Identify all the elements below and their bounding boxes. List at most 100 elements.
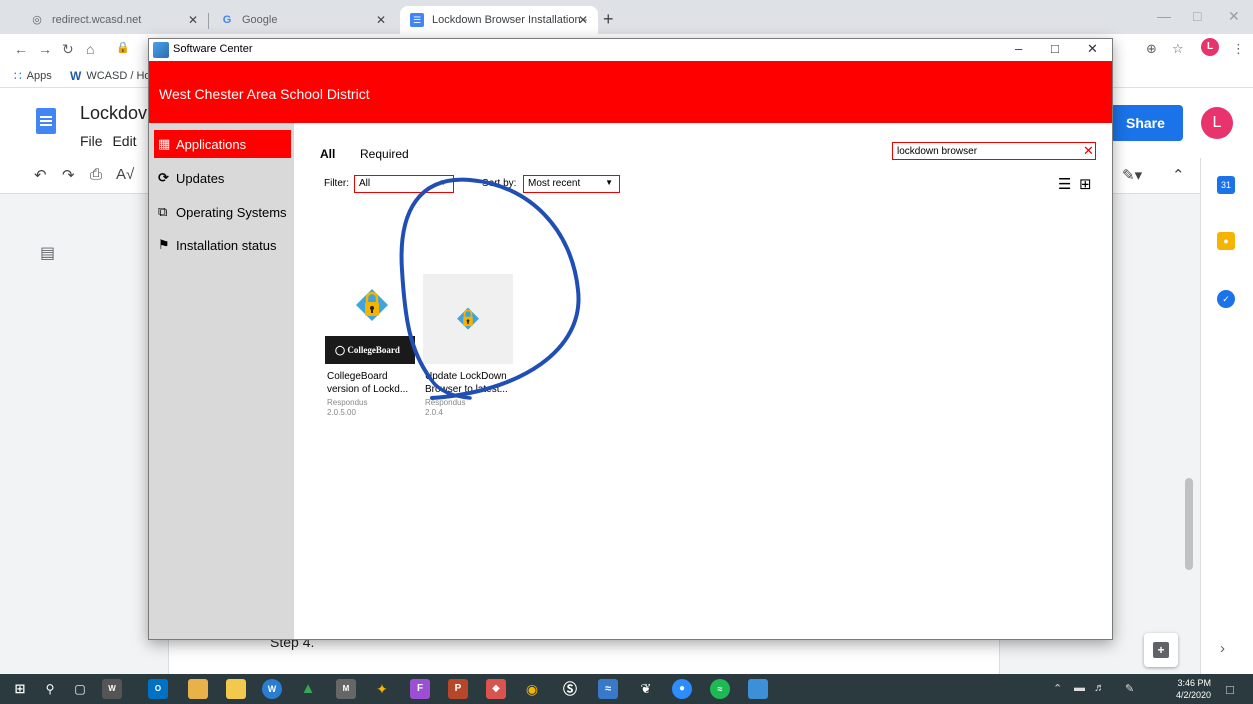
sort-select[interactable]: Most recent ▼ <box>523 175 620 193</box>
account-avatar[interactable]: L <box>1201 107 1233 139</box>
sc-sidebar: ▦ Applications ⟳ Updates ⧉ Operating Sys… <box>149 123 294 639</box>
app-card-update-lockdown[interactable]: Update LockDown Browser to latest... Res… <box>423 274 513 434</box>
window-titlebar[interactable]: Software Center – □ ✕ <box>149 39 1112 61</box>
lock-icon[interactable]: 🔒 <box>116 41 130 54</box>
browser-tab-strip: ◎ redirect.wcasd.net ✕ G Google ✕ ☰ Lock… <box>0 0 1253 34</box>
tab-required[interactable]: Required <box>360 147 409 161</box>
tile-view-icon[interactable]: ⊞ <box>1079 175 1092 193</box>
reload-icon[interactable]: ↻ <box>62 41 74 58</box>
tray-chevron-icon[interactable]: ⌃ <box>1053 682 1062 695</box>
sort-value: Most recent <box>528 178 581 189</box>
tab-label: Google <box>242 14 278 26</box>
windows-start-icon[interactable]: ⊞ <box>10 679 30 699</box>
zoom-icon[interactable]: ● <box>672 679 692 699</box>
app-thumbnail: ◯ CollegeBoard <box>325 274 415 364</box>
nav-installation-status[interactable]: ⚑ Installation status <box>154 231 291 259</box>
profile-avatar[interactable]: L <box>1201 38 1219 56</box>
nav-updates[interactable]: ⟳ Updates <box>154 164 291 192</box>
volume-icon[interactable]: ♬ <box>1094 682 1105 694</box>
new-tab-icon[interactable]: + <box>603 9 614 30</box>
search-input[interactable]: lockdown browser <box>892 142 1096 160</box>
filter-select[interactable]: All ▼ <box>354 175 454 193</box>
list-view-icon[interactable]: ☰ <box>1058 175 1071 193</box>
redo-icon[interactable]: ↷ <box>62 166 75 184</box>
bookmark-apps[interactable]: ∷ Apps <box>14 69 52 83</box>
task-view-icon[interactable]: ▢ <box>70 679 90 699</box>
edit-mode-icon[interactable]: ✎▾ <box>1122 166 1142 184</box>
clock-date: 4/2/2020 <box>1176 690 1212 700</box>
spotify-icon[interactable]: ≈ <box>710 679 730 699</box>
minimize-icon[interactable]: – <box>1015 41 1022 56</box>
close-icon[interactable]: ✕ <box>578 13 588 27</box>
close-icon[interactable]: ✕ <box>376 13 386 27</box>
share-button[interactable]: Share <box>1110 105 1183 141</box>
browser-tab-lockdown[interactable]: ☰ Lockdown Browser Installation - ✕ <box>400 6 598 34</box>
battery-icon[interactable]: ▬ <box>1074 682 1085 694</box>
clock[interactable]: 3:46 PM 4/2/2020 <box>1176 677 1211 701</box>
browser-tab-redirect[interactable]: ◎ redirect.wcasd.net ✕ <box>20 6 208 34</box>
zoom-icon[interactable]: ⊕ <box>1146 41 1157 57</box>
software-center-window: Software Center – □ ✕ West Chester Area … <box>148 38 1113 640</box>
spellcheck-icon[interactable]: A√ <box>116 166 134 183</box>
skype-icon[interactable]: Ⓢ <box>560 679 580 699</box>
star-icon[interactable]: ☆ <box>1172 41 1184 57</box>
more-icon[interactable]: ⋮ <box>1232 41 1245 57</box>
app-icon[interactable]: ≈ <box>598 679 618 699</box>
collapse-icon[interactable]: ⌃ <box>1172 166 1185 184</box>
search-icon[interactable]: ⚲ <box>40 679 60 699</box>
app-thumbnail <box>423 274 513 364</box>
org-banner: West Chester Area School District <box>149 61 1112 123</box>
webex-icon[interactable]: W <box>262 679 282 699</box>
scrollbar[interactable] <box>1185 478 1193 570</box>
drive-icon[interactable]: ▲ <box>298 679 318 699</box>
print-icon[interactable]: ⎙ <box>90 166 102 183</box>
outline-icon[interactable]: ▤ <box>40 243 55 263</box>
powerpoint-icon[interactable]: P <box>448 679 468 699</box>
tab-all[interactable]: All <box>320 147 335 161</box>
app-icon[interactable]: ✦ <box>372 679 392 699</box>
undo-icon[interactable]: ↶ <box>34 166 47 184</box>
word-icon[interactable]: W <box>102 679 122 699</box>
software-center-taskbar-icon[interactable] <box>748 679 768 699</box>
home-icon[interactable]: ⌂ <box>86 41 94 57</box>
chrome-icon[interactable]: ◉ <box>522 679 542 699</box>
clear-search-icon[interactable]: ✕ <box>1083 143 1094 159</box>
notifications-icon[interactable]: □ <box>1226 682 1234 697</box>
tab-label: Lockdown Browser Installation - <box>432 14 588 26</box>
tasks-icon[interactable]: ✓ <box>1217 290 1235 308</box>
sticky-icon[interactable] <box>188 679 208 699</box>
app-card-collegeboard[interactable]: ◯ CollegeBoard CollegeBoard version of L… <box>325 274 415 434</box>
file-explorer-icon[interactable] <box>226 679 246 699</box>
chevron-right-icon[interactable]: › <box>1220 640 1225 657</box>
chevron-down-icon: ▼ <box>439 178 447 187</box>
docs-menu-bar[interactable]: File Edit <box>80 133 137 149</box>
mail-icon[interactable]: M <box>336 679 356 699</box>
app-icon[interactable]: ❦ <box>636 679 656 699</box>
outlook-icon[interactable]: O <box>148 679 168 699</box>
forward-icon[interactable]: → <box>38 41 52 57</box>
explore-button[interactable]: + <box>1144 633 1178 667</box>
publisher-name: Respondus <box>327 398 368 407</box>
nav-label: Updates <box>176 170 225 186</box>
minimize-icon[interactable]: — <box>1157 8 1171 24</box>
app-icon[interactable]: ◆ <box>486 679 506 699</box>
calendar-icon[interactable]: 31 <box>1217 176 1235 194</box>
maximize-icon[interactable]: □ <box>1051 41 1059 56</box>
docs-logo-icon[interactable] <box>36 108 56 134</box>
close-icon[interactable]: ✕ <box>188 13 198 27</box>
keep-icon[interactable]: ● <box>1217 232 1235 250</box>
plus-icon: + <box>1153 642 1169 658</box>
nav-operating-systems[interactable]: ⧉ Operating Systems <box>154 198 291 226</box>
close-icon[interactable]: ✕ <box>1087 41 1098 57</box>
app-icon[interactable]: F <box>410 679 430 699</box>
browser-tab-google[interactable]: G Google ✕ <box>210 6 396 34</box>
back-icon[interactable]: ← <box>14 41 28 57</box>
document-title[interactable]: Lockdov <box>80 103 147 124</box>
maximize-icon[interactable]: □ <box>1193 8 1201 24</box>
nav-applications[interactable]: ▦ Applications <box>154 130 291 158</box>
filter-value: All <box>359 178 371 189</box>
bookmark-wcasd[interactable]: W WCASD / Ho <box>70 69 151 83</box>
close-window-icon[interactable]: ✕ <box>1228 8 1240 25</box>
chevron-down-icon: ▼ <box>605 178 613 187</box>
pen-icon[interactable]: ✎ <box>1125 682 1134 695</box>
